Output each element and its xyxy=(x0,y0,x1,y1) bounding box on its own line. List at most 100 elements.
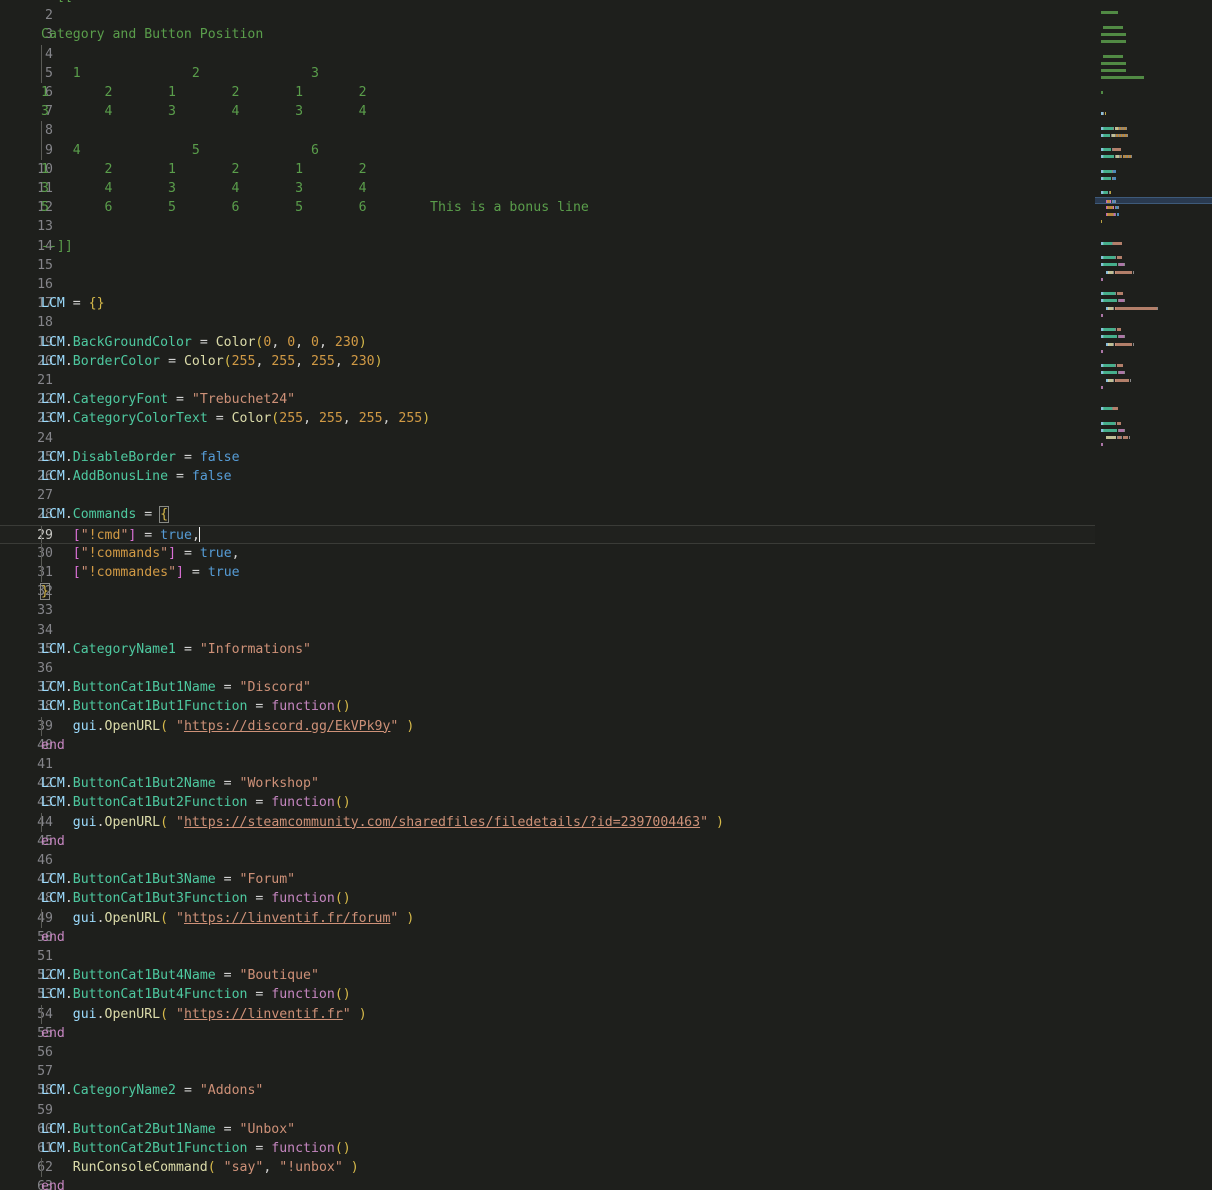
code-line[interactable]: 45 end xyxy=(0,832,1095,851)
code-line[interactable]: 17 LCM = {} xyxy=(0,294,1095,313)
code-line[interactable]: 53 LCM.ButtonCat1But4Function = function(… xyxy=(0,985,1095,1004)
code-line[interactable]: 61 2 1 2 1 2 xyxy=(0,83,1095,102)
minimap-line[interactable] xyxy=(1095,153,1212,160)
minimap-line[interactable] xyxy=(1095,369,1212,376)
code-line[interactable]: 14 --]] xyxy=(0,237,1095,256)
minimap-line[interactable] xyxy=(1095,45,1212,52)
minimap-line[interactable] xyxy=(1095,348,1212,355)
minimap-line[interactable] xyxy=(1095,247,1212,254)
code-line[interactable]: 58 LCM.CategoryName2 = "Addons" xyxy=(0,1081,1095,1100)
minimap-line[interactable] xyxy=(1095,175,1212,182)
minimap-line[interactable] xyxy=(1095,225,1212,232)
minimap-line[interactable] xyxy=(1095,240,1212,247)
minimap-line[interactable] xyxy=(1095,2,1212,9)
minimap-line[interactable] xyxy=(1095,326,1212,333)
minimap-line[interactable] xyxy=(1095,110,1212,117)
code-line[interactable]: 42 LCM.ButtonCat1But2Name = "Workshop" xyxy=(0,774,1095,793)
code-line[interactable]: 16 xyxy=(0,275,1095,294)
code-line[interactable]: 54 gui.OpenURL( "https://linventif.fr" ) xyxy=(0,1004,1095,1024)
minimap-line[interactable] xyxy=(1095,441,1212,448)
minimap-line[interactable] xyxy=(1095,38,1212,45)
minimap-line[interactable] xyxy=(1095,67,1212,74)
minimap-line[interactable] xyxy=(1095,182,1212,189)
code-line[interactable]: 24 xyxy=(0,429,1095,448)
code-line[interactable]: 25 LCM.DisableBorder = false xyxy=(0,448,1095,467)
minimap-line[interactable] xyxy=(1095,233,1212,240)
code-line[interactable]: 62 RunConsoleCommand( "say", "!unbox" ) xyxy=(0,1158,1095,1178)
code-line[interactable]: 2 xyxy=(0,6,1095,25)
code-line[interactable]: 20 LCM.BorderColor = Color(255, 255, 255,… xyxy=(0,352,1095,371)
code-line[interactable]: 4 xyxy=(0,44,1095,64)
code-line[interactable]: 11 3 4 3 4 3 4 xyxy=(0,179,1095,198)
code-line[interactable]: 61 LCM.ButtonCat2But1Function = function(… xyxy=(0,1139,1095,1158)
code-token[interactable]: https://linventif.fr xyxy=(184,1007,343,1022)
code-line[interactable]: 35 LCM.CategoryName1 = "Informations" xyxy=(0,640,1095,659)
code-line[interactable]: 33 xyxy=(0,601,1095,620)
code-line[interactable]: 60 LCM.ButtonCat2But1Name = "Unbox" xyxy=(0,1120,1095,1139)
minimap-line[interactable] xyxy=(1095,333,1212,340)
minimap-line[interactable] xyxy=(1095,319,1212,326)
code-line[interactable]: 73 4 3 4 3 4 xyxy=(0,102,1095,121)
minimap-line[interactable] xyxy=(1095,204,1212,211)
code-line[interactable]: 48 LCM.ButtonCat1But3Function = function(… xyxy=(0,889,1095,908)
code-line[interactable]: 43 LCM.ButtonCat1But2Function = function(… xyxy=(0,793,1095,812)
code-line[interactable]: 56 xyxy=(0,1043,1095,1062)
minimap-line[interactable] xyxy=(1095,132,1212,139)
code-editor[interactable]: 1--[[23Category and Button Position45 1 … xyxy=(0,0,1212,1190)
code-token[interactable]: https://linventif.fr/forum xyxy=(184,911,390,926)
code-line[interactable]: 18 xyxy=(0,313,1095,332)
minimap-line[interactable] xyxy=(1095,269,1212,276)
minimap-line[interactable] xyxy=(1095,24,1212,31)
code-token[interactable]: https://discord.gg/EkVPk9y xyxy=(184,719,390,734)
minimap-line[interactable] xyxy=(1095,391,1212,398)
minimap-line[interactable] xyxy=(1095,413,1212,420)
minimap-line[interactable] xyxy=(1095,377,1212,384)
minimap-line[interactable] xyxy=(1095,81,1212,88)
minimap-line[interactable] xyxy=(1095,355,1212,362)
code-line[interactable]: 27 xyxy=(0,486,1095,505)
code-line[interactable]: 10 1 2 1 2 1 2 xyxy=(0,160,1095,179)
minimap-line[interactable] xyxy=(1095,420,1212,427)
minimap-line[interactable] xyxy=(1095,283,1212,290)
code-line[interactable]: 28 LCM.Commands = { xyxy=(0,505,1095,524)
minimap-line[interactable] xyxy=(1095,427,1212,434)
code-line[interactable]: 30 ["!commands"] = true, xyxy=(0,543,1095,563)
minimap[interactable] xyxy=(1095,0,1212,1190)
code-line[interactable]: 41 xyxy=(0,755,1095,774)
code-line[interactable]: 44 gui.OpenURL( "https://steamcommunity.… xyxy=(0,812,1095,832)
minimap-line[interactable] xyxy=(1095,305,1212,312)
code-line[interactable]: 52 LCM.ButtonCat1But4Name = "Boutique" xyxy=(0,966,1095,985)
code-line[interactable]: 49 gui.OpenURL( "https://linventif.fr/fo… xyxy=(0,908,1095,928)
minimap-line[interactable] xyxy=(1095,261,1212,268)
minimap-line[interactable] xyxy=(1095,168,1212,175)
minimap-line[interactable] xyxy=(1095,196,1212,204)
code-line[interactable]: 63 end xyxy=(0,1177,1095,1190)
code-line[interactable]: 47 LCM.ButtonCat1But3Name = "Forum" xyxy=(0,870,1095,889)
code-line[interactable]: 31 ["!commandes"] = true xyxy=(0,563,1095,583)
minimap-line[interactable] xyxy=(1095,146,1212,153)
code-line[interactable]: 59 xyxy=(0,1101,1095,1120)
minimap-line[interactable] xyxy=(1095,89,1212,96)
minimap-line[interactable] xyxy=(1095,31,1212,38)
code-line[interactable]: 9 4 5 6 xyxy=(0,140,1095,160)
minimap-line[interactable] xyxy=(1095,53,1212,60)
minimap-line[interactable] xyxy=(1095,211,1212,218)
code-line[interactable]: 5 1 2 3 xyxy=(0,63,1095,83)
code-line[interactable]: 12 5 6 5 6 5 6 This is a bonus line xyxy=(0,198,1095,217)
minimap-line[interactable] xyxy=(1095,434,1212,441)
minimap-line[interactable] xyxy=(1095,60,1212,67)
code-line[interactable]: 57 xyxy=(0,1062,1095,1081)
minimap-line[interactable] xyxy=(1095,125,1212,132)
minimap-line[interactable] xyxy=(1095,297,1212,304)
code-line[interactable]: 26 LCM.AddBonusLine = false xyxy=(0,467,1095,486)
code-line[interactable]: 50 end xyxy=(0,928,1095,947)
code-line[interactable]: 39 gui.OpenURL( "https://discord.gg/EkVP… xyxy=(0,716,1095,736)
minimap-line[interactable] xyxy=(1095,74,1212,81)
minimap-line[interactable] xyxy=(1095,161,1212,168)
code-content-area[interactable]: 1--[[23Category and Button Position45 1 … xyxy=(0,0,1095,1190)
minimap-line[interactable] xyxy=(1095,290,1212,297)
minimap-line[interactable] xyxy=(1095,312,1212,319)
code-line[interactable]: 36 xyxy=(0,659,1095,678)
code-line[interactable]: 46 xyxy=(0,851,1095,870)
minimap-line[interactable] xyxy=(1095,17,1212,24)
